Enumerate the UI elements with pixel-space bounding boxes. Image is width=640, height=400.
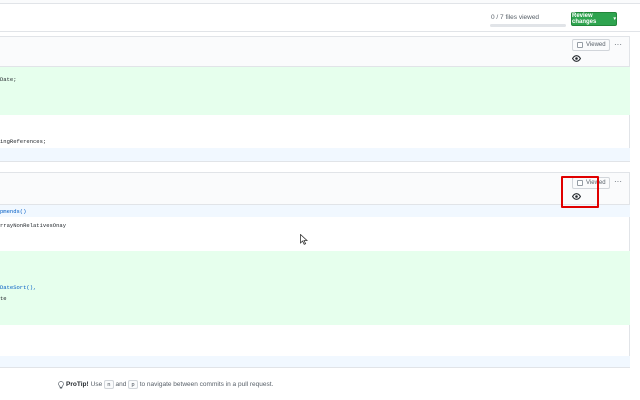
hunk-header: pmends() [0, 205, 630, 217]
checkbox-icon[interactable] [577, 42, 583, 48]
caret-down-icon: ▾ [613, 16, 616, 22]
viewed-label: Viewed [586, 42, 606, 48]
protip-text: Use [90, 381, 103, 388]
files-viewed-counter: 0 / 7 files viewed [491, 14, 540, 21]
code-line: DateSort(), [0, 284, 37, 291]
hunk-expander[interactable] [0, 356, 630, 367]
added-line-block: DateSort(), te [0, 251, 630, 325]
viewed-checkbox-1[interactable]: Viewed [572, 39, 610, 51]
review-changes-label: Review changes [572, 13, 597, 25]
top-bar [0, 0, 640, 4]
code-line: ingReferences; [0, 138, 47, 145]
files-viewed-progress [490, 24, 566, 27]
mouse-cursor-icon [300, 234, 308, 245]
hunk-expander[interactable] [0, 148, 630, 161]
code-line: te [0, 295, 7, 302]
added-line-block: Date; [0, 67, 630, 115]
protip-text: and [115, 381, 127, 388]
context-line: rrayNonRelativesOnay [0, 217, 630, 251]
protip-label: ProTip! [66, 381, 89, 388]
context-line: ingReferences; [0, 115, 630, 148]
eye-icon[interactable] [572, 55, 581, 62]
code-line: Date; [0, 76, 17, 83]
file-header-1: Viewed ··· [0, 37, 629, 67]
code-line: pmends() [0, 208, 27, 215]
shortcut-key-n: n [104, 380, 114, 389]
more-options-icon[interactable]: ··· [614, 177, 622, 186]
protip-footer: ProTip! Use n and p to navigate between … [58, 380, 273, 389]
file-header-2: Viewed ··· [0, 173, 629, 205]
more-options-icon[interactable]: ··· [614, 40, 622, 49]
highlight-annotation [561, 176, 599, 208]
shortcut-key-p: p [128, 380, 138, 389]
review-changes-button[interactable]: Review changes ▾ [571, 12, 617, 26]
code-line: rrayNonRelativesOnay [0, 222, 67, 229]
review-toolbar: 0 / 7 files viewed Review changes ▾ [0, 8, 640, 32]
context-line [0, 325, 630, 356]
lightbulb-icon [58, 380, 64, 388]
protip-text: to navigate between commits in a pull re… [139, 381, 274, 388]
